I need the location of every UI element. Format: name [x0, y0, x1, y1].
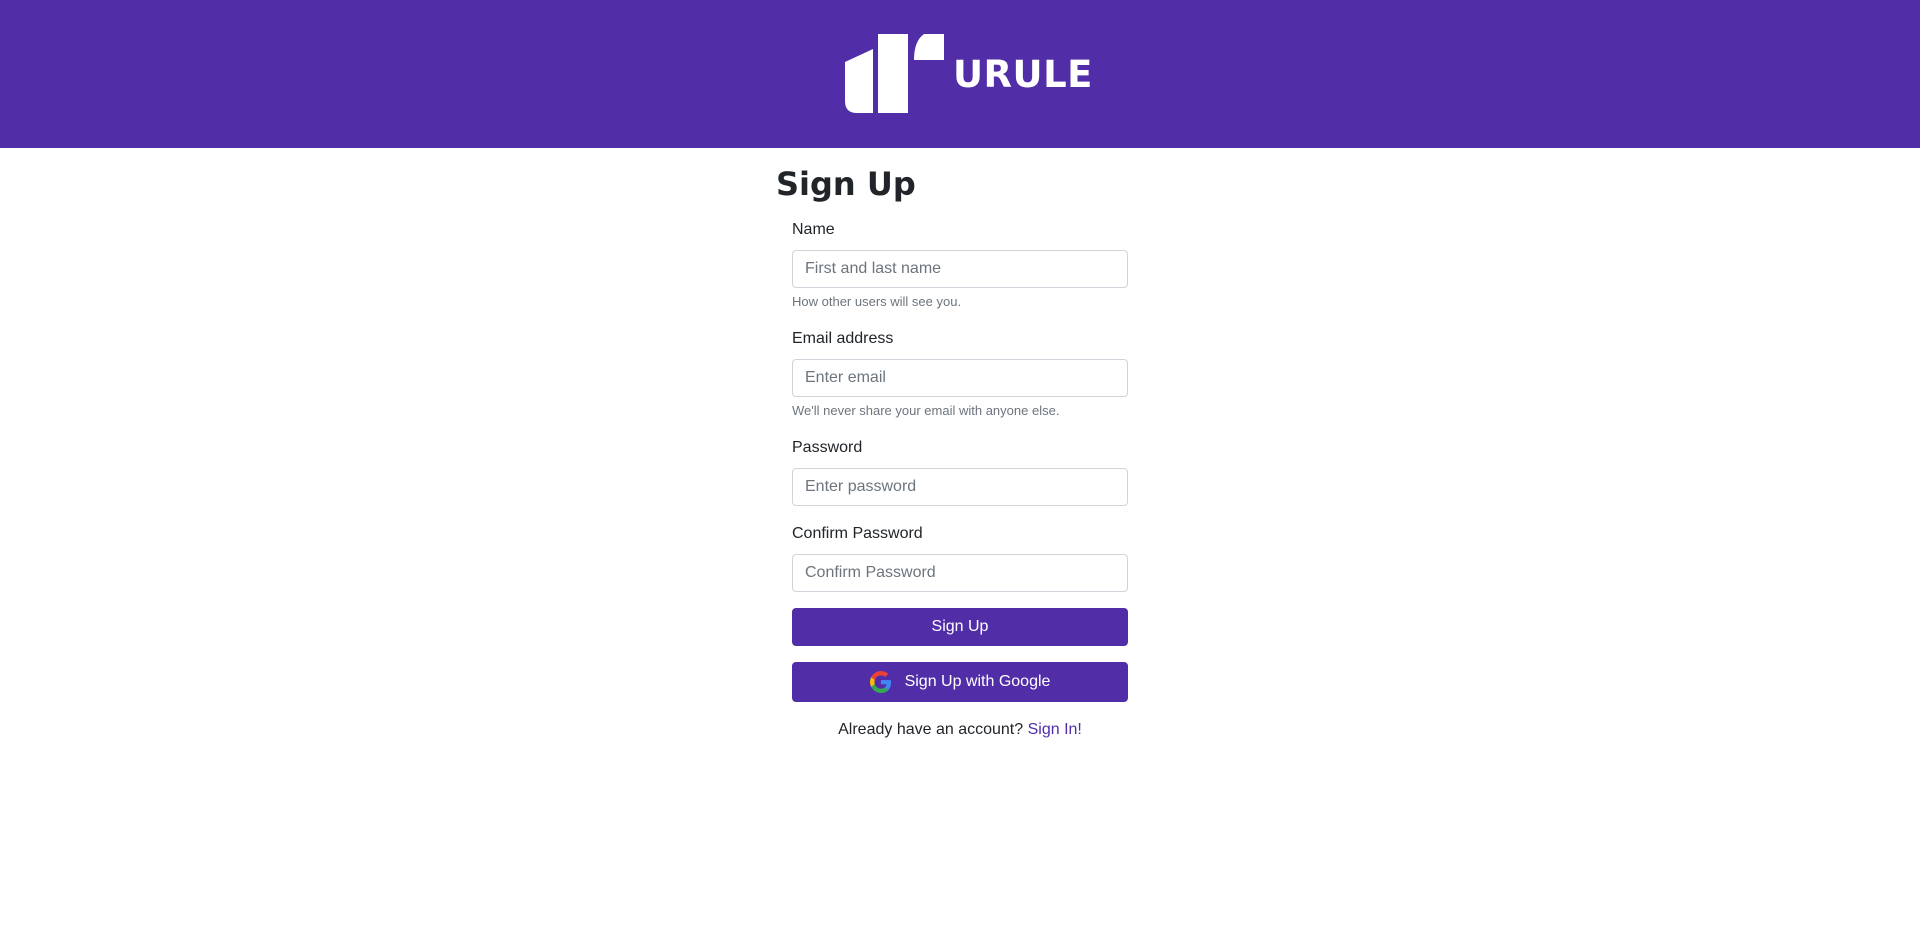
sign-in-link[interactable]: Sign In!	[1028, 721, 1082, 738]
urule-logo-icon	[845, 34, 944, 113]
sign-up-google-button[interactable]: Sign Up with Google	[792, 662, 1128, 702]
sign-up-google-label: Sign Up with Google	[904, 673, 1051, 690]
email-input[interactable]	[792, 359, 1128, 397]
confirm-password-label: Confirm Password	[792, 525, 923, 542]
page-title: Sign Up	[776, 165, 916, 203]
password-label: Password	[792, 439, 863, 456]
sign-in-prompt-text: Already have an account?	[838, 721, 1024, 738]
sign-in-prompt: Already have an account? Sign In!	[792, 719, 1128, 741]
email-help-text: We'll never share your email with anyone…	[792, 403, 1060, 418]
brand-name: URULE	[953, 53, 1093, 96]
google-icon	[869, 671, 891, 693]
sign-up-button[interactable]: Sign Up	[792, 608, 1128, 646]
confirm-password-input[interactable]	[792, 554, 1128, 592]
password-input[interactable]	[792, 468, 1128, 506]
sign-up-button-label: Sign Up	[931, 618, 989, 635]
email-label: Email address	[792, 330, 894, 347]
name-label: Name	[792, 221, 835, 238]
app-header: URULE	[0, 0, 1920, 148]
name-input[interactable]	[792, 250, 1128, 288]
name-help-text: How other users will see you.	[792, 294, 962, 309]
